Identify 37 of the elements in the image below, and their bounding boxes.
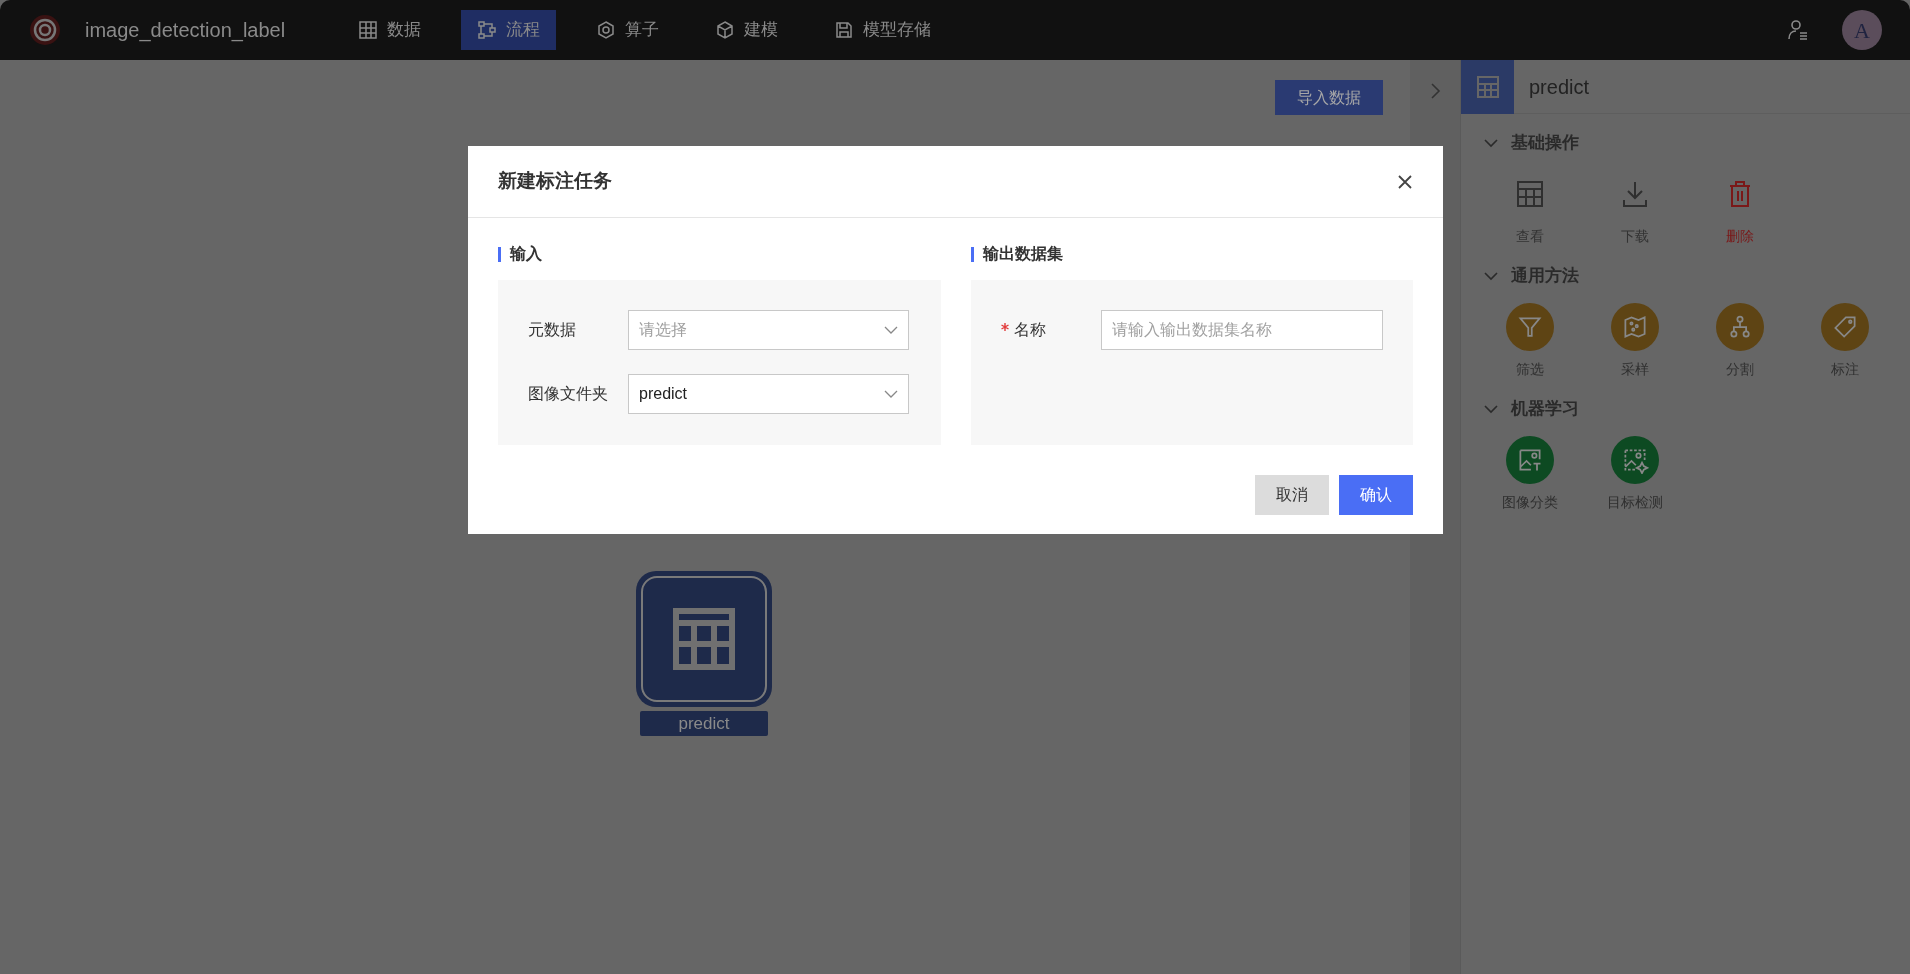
panel-title: predict <box>1529 74 1590 100</box>
user-list-icon[interactable] <box>1786 18 1810 42</box>
node-label: predict <box>640 711 768 736</box>
grid-icon <box>358 20 379 40</box>
operation-item[interactable]: 删除 <box>1687 170 1792 247</box>
app-title: image_detection_label <box>85 18 286 44</box>
confirm-button[interactable]: 确认 <box>1339 475 1413 515</box>
table-icon <box>1475 74 1500 99</box>
nav-tab[interactable]: 算子 <box>580 10 676 50</box>
logo-icon <box>28 13 62 47</box>
section-title[interactable]: 机器学习 <box>1511 396 1579 422</box>
chevron-right-icon[interactable] <box>1429 82 1441 100</box>
cube-icon <box>715 20 736 40</box>
import-data-button[interactable]: 导入数据 <box>1275 80 1383 115</box>
close-icon[interactable] <box>1397 173 1413 190</box>
nav-tab[interactable]: 建模 <box>699 10 795 50</box>
dialog-title: 新建标注任务 <box>498 169 612 194</box>
section-title[interactable]: 通用方法 <box>1511 263 1579 289</box>
save-icon <box>834 20 855 40</box>
nav-tab[interactable]: 数据 <box>342 10 438 50</box>
nav-tab[interactable]: 流程 <box>461 10 557 50</box>
hexagon-icon <box>596 20 617 40</box>
flow-icon <box>477 20 498 40</box>
dataset-node[interactable] <box>636 571 772 707</box>
section-heading: 输入 <box>510 244 542 264</box>
select-field[interactable]: 请选择 <box>628 310 909 350</box>
section-title[interactable]: 基础操作 <box>1511 130 1579 156</box>
section-heading: 输出数据集 <box>982 244 1063 264</box>
cancel-button[interactable]: 取消 <box>1255 475 1329 515</box>
table-icon <box>673 608 735 670</box>
field-label: 元数据 <box>528 320 576 340</box>
user-avatar[interactable]: A <box>1842 10 1882 50</box>
field-label: 图像文件夹 <box>528 384 608 404</box>
field-label: 名称 <box>1013 320 1046 340</box>
select-field[interactable]: predict <box>628 374 909 414</box>
nav-tab[interactable]: 模型存储 <box>818 10 948 50</box>
text-input[interactable]: 请输入输出数据集名称 <box>1100 310 1383 350</box>
